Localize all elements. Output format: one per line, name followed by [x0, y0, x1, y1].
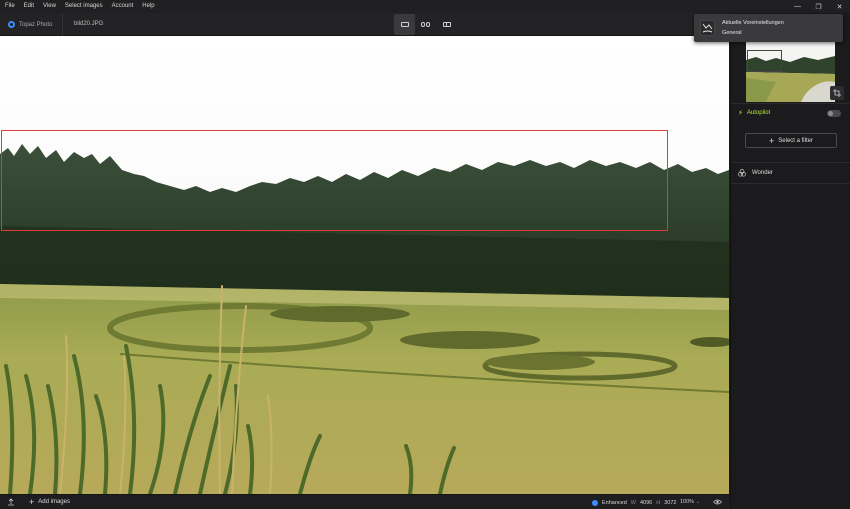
preset-icon — [700, 20, 715, 36]
enhanced-label: Enhanced — [602, 499, 627, 506]
eye-icon[interactable] — [713, 499, 722, 505]
autopilot-header: ⚡ Autopilot — [738, 109, 770, 117]
view-mode-group — [394, 14, 457, 35]
close-button[interactable]: ✕ — [829, 0, 850, 13]
image-status: Enhanced W 4096 H 3072 — [592, 495, 676, 509]
export-icon[interactable] — [7, 498, 15, 506]
enhanced-status-icon — [592, 499, 598, 506]
current-filename: bild20.JPG — [74, 21, 104, 27]
side-by-side-button[interactable] — [415, 14, 436, 35]
restore-button[interactable]: ❐ — [808, 0, 829, 13]
menu-help[interactable]: Help — [137, 0, 158, 13]
plus-icon: + — [29, 497, 35, 507]
zoom-value: 100% — [680, 499, 695, 505]
split-view-icon — [442, 22, 451, 27]
photo-landscape — [0, 36, 729, 494]
brand: Topaz Photo — [8, 13, 64, 36]
menu-account[interactable]: Account — [107, 0, 138, 13]
topaz-logo-icon — [8, 21, 15, 28]
menu-edit[interactable]: Edit — [19, 0, 38, 13]
crop-button[interactable] — [830, 86, 844, 100]
chevron-down-icon: ⌄ — [695, 499, 701, 505]
add-images-label: Add images — [38, 499, 70, 505]
filter-item-wonder[interactable]: Wonder — [731, 163, 850, 184]
single-view-icon — [400, 22, 409, 27]
wonder-filter-icon — [738, 169, 746, 177]
navigator-viewport-frame[interactable] — [747, 50, 782, 72]
menu-bar: File Edit View Select images Account Hel… — [0, 0, 850, 13]
right-panel: ⚡ Autopilot + Select a filter Wonder — [730, 13, 850, 509]
minimize-button[interactable]: — — [787, 0, 808, 13]
select-filter-label: Select a filter — [778, 137, 813, 144]
add-images-button[interactable]: + Add images — [29, 495, 70, 509]
menu-file[interactable]: File — [0, 0, 19, 13]
single-view-button[interactable] — [394, 14, 415, 35]
bottom-bar: + Add images Enhanced W 4096 H 3072 100%… — [0, 494, 730, 509]
zoom-level[interactable]: 100% ⌄ — [680, 495, 700, 509]
brand-name: Topaz Photo — [19, 21, 53, 28]
autopilot-section: ⚡ Autopilot + Select a filter — [731, 105, 850, 163]
lightning-icon: ⚡ — [738, 110, 743, 117]
image-height: 3072 — [664, 499, 677, 506]
select-filter-button[interactable]: + Select a filter — [745, 133, 837, 148]
height-label: H — [656, 499, 661, 506]
split-view-button[interactable] — [436, 14, 457, 35]
preview-region-frame[interactable] — [1, 130, 668, 231]
toolbar: Topaz Photo bild20.JPG — [0, 13, 730, 36]
preset-notification[interactable]: Aktuelle Voreinstellungen General — [694, 14, 843, 42]
autopilot-toggle[interactable] — [827, 110, 841, 117]
filter-name: Wonder — [752, 170, 773, 176]
plus-icon: + — [769, 135, 775, 146]
window-controls: — ❐ ✕ — [787, 0, 850, 13]
image-canvas[interactable] — [0, 36, 729, 494]
menu-view[interactable]: View — [38, 0, 60, 13]
menu-select-images[interactable]: Select images — [60, 0, 107, 13]
notification-subtitle: General — [722, 30, 742, 36]
width-label: W — [630, 499, 636, 506]
notification-title: Aktuelle Voreinstellungen — [722, 20, 784, 26]
side-by-side-icon — [421, 22, 430, 27]
image-width: 4096 — [639, 499, 653, 506]
autopilot-label: Autopilot — [746, 110, 771, 116]
navigator-thumbnail[interactable] — [746, 42, 835, 102]
crop-icon — [833, 89, 841, 97]
